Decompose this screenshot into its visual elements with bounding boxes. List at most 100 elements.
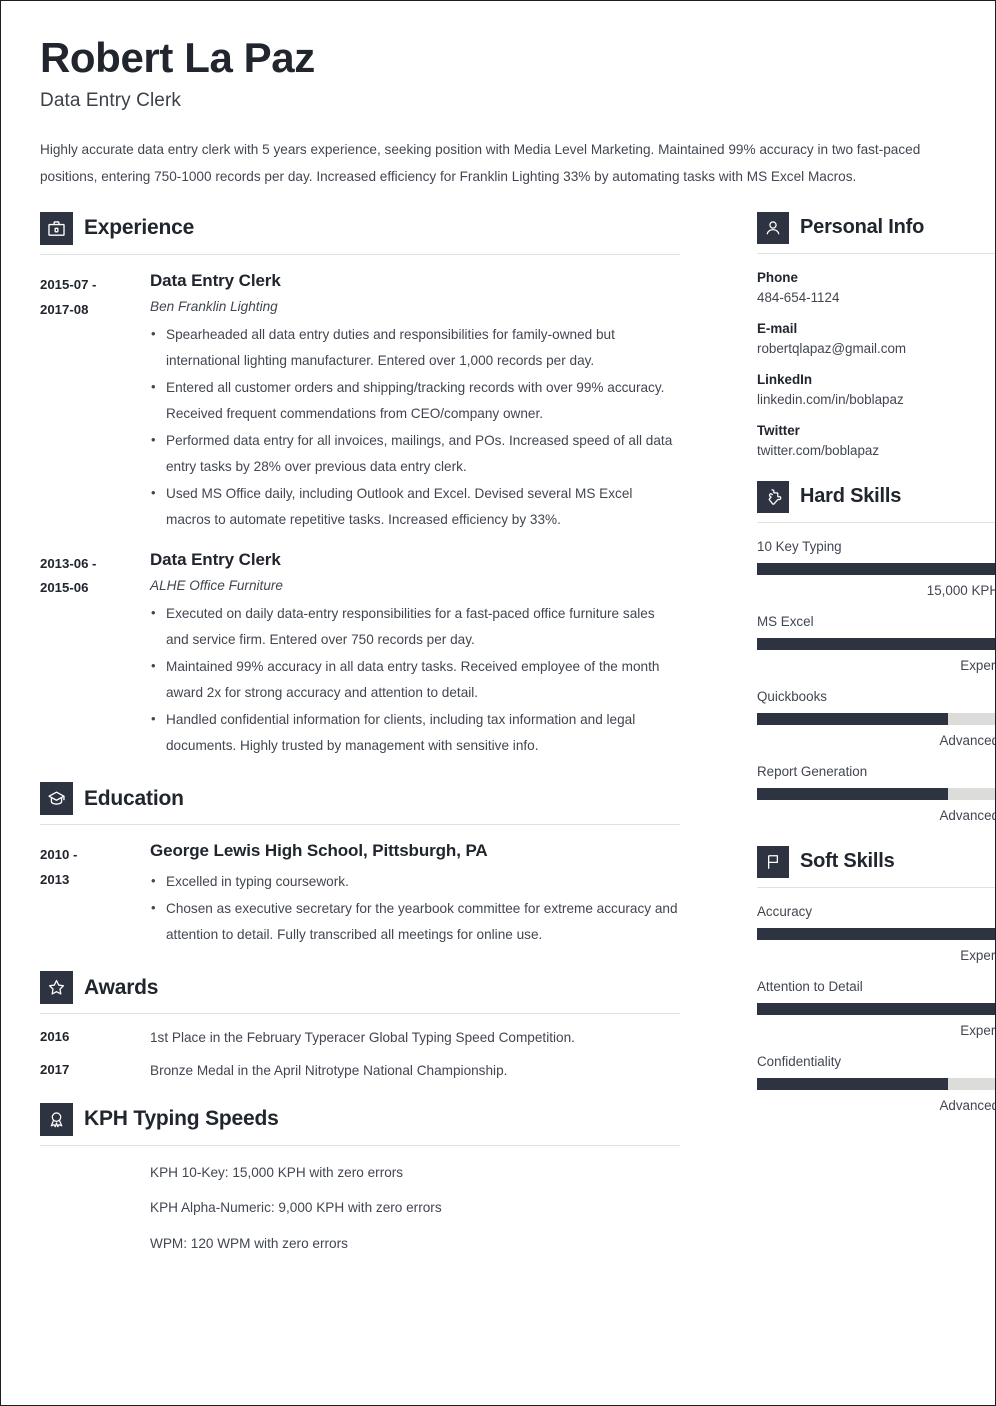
- section-header-kph: KPH Typing Speeds: [40, 1102, 680, 1136]
- info-value: 484-654-1124: [757, 289, 840, 305]
- resume-header: Robert La Paz Data Entry Clerk Highly ac…: [40, 35, 957, 190]
- section-header-education: Education: [40, 782, 680, 816]
- skill-bar-track: [757, 562, 995, 575]
- experience-role: Data Entry Clerk: [150, 270, 281, 290]
- info-field-email: E-mail robertqlapaz@gmail.com: [757, 321, 995, 356]
- skill-bar-track: [757, 1002, 995, 1015]
- section-title-soft-skills: Soft Skills: [800, 850, 895, 873]
- bullet-item: Executed on daily data-entry responsibil…: [150, 601, 680, 653]
- section-header-personal-info: Personal Info: [757, 211, 995, 244]
- date-end: 2013: [40, 871, 70, 887]
- left-column: Experience 2015-07 - 2017-08 Data Entry …: [40, 211, 680, 1253]
- skill-name: 10 Key Typing: [757, 538, 842, 554]
- skill-level: Expert: [960, 1022, 996, 1038]
- education-entry-dates: 2010 - 2013: [40, 841, 150, 948]
- skill-item: Accuracy Expert: [757, 903, 996, 963]
- kph-item: KPH 10-Key: 15,000 KPH with zero errors: [40, 1164, 680, 1182]
- bullet-item: Handled confidential information for cli…: [150, 707, 680, 759]
- education-entry: 2010 - 2013 George Lewis High School, Pi…: [40, 841, 680, 948]
- skill-level: Expert: [960, 657, 996, 673]
- right-column: Personal Info Phone 484-654-1124 E-mail …: [757, 211, 996, 1113]
- experience-bullets: Spearheaded all data entry duties and re…: [150, 322, 680, 534]
- info-field-linkedin: LinkedIn linkedin.com/in/boblapaz: [757, 372, 995, 407]
- skill-name: Attention to Detail: [757, 978, 863, 994]
- section-divider: [757, 521, 995, 523]
- experience-entry: 2015-07 - 2017-08 Data Entry Clerk Ben F…: [40, 271, 680, 534]
- kph-text: WPM: 120 WPM with zero errors: [150, 1236, 348, 1252]
- experience-entry-dates: 2013-06 - 2015-06: [40, 550, 150, 760]
- education-school: George Lewis High School, Pittsburgh, PA: [150, 841, 488, 861]
- section-divider: [757, 886, 995, 888]
- skill-level: Expert: [960, 947, 996, 963]
- education-entry-content: George Lewis High School, Pittsburgh, PA…: [150, 841, 680, 948]
- flag-icon: [757, 845, 789, 878]
- kph-item: WPM: 120 WPM with zero errors: [40, 1235, 680, 1253]
- experience-entry: 2013-06 - 2015-06 Data Entry Clerk ALHE …: [40, 550, 680, 760]
- skill-item: Quickbooks Advanced: [757, 689, 995, 748]
- date-start: 2013-06 -: [40, 555, 97, 571]
- info-label: Phone: [757, 269, 798, 285]
- info-value: linkedin.com/in/boblapaz: [757, 391, 904, 407]
- skill-name: Confidentiality: [757, 1053, 842, 1069]
- section-divider: [757, 252, 995, 254]
- bullet-item: Excelled in typing coursework.: [150, 869, 680, 895]
- section-personal-info: Personal Info Phone 484-654-1124 E-mail …: [757, 211, 995, 458]
- section-header-hard-skills: Hard Skills: [757, 480, 995, 513]
- section-header-soft-skills: Soft Skills: [757, 845, 995, 878]
- award-item: 2016 1st Place in the February Typeracer…: [40, 1029, 680, 1047]
- section-title-hard-skills: Hard Skills: [800, 485, 902, 508]
- info-value: robertqlapaz@gmail.com: [757, 340, 907, 356]
- section-title-awards: Awards: [84, 975, 159, 999]
- info-field-twitter: Twitter twitter.com/boblapaz: [757, 423, 995, 458]
- skill-bar-fill: [757, 927, 995, 940]
- section-hard-skills: Hard Skills 10 Key Typing 15,000 KPH MS …: [757, 480, 996, 823]
- star-icon: [40, 971, 73, 1005]
- skill-bar-track: [757, 1077, 995, 1090]
- resume-summary: Highly accurate data entry clerk with 5 …: [40, 142, 921, 184]
- skill-bar-track: [757, 637, 995, 650]
- section-header-experience: Experience: [40, 211, 680, 245]
- bullet-item: Maintained 99% accuracy in all data entr…: [150, 654, 680, 706]
- section-title-experience: Experience: [84, 216, 195, 240]
- kph-text: KPH 10-Key: 15,000 KPH with zero errors: [150, 1164, 404, 1180]
- award-item: 2017 Bronze Medal in the April Nitrotype…: [40, 1062, 680, 1080]
- section-soft-skills: Soft Skills Accuracy Expert Attention to…: [757, 845, 996, 1113]
- kph-spacer: [40, 1235, 150, 1253]
- kph-spacer: [40, 1164, 150, 1182]
- experience-role: Data Entry Clerk: [150, 549, 281, 569]
- skill-bar-fill: [757, 787, 949, 800]
- bullet-item: Spearheaded all data entry duties and re…: [150, 322, 680, 374]
- skill-bar-track: [757, 712, 995, 725]
- skill-name: Report Generation: [757, 763, 868, 779]
- section-education: Education 2010 - 2013 George Lewis High …: [40, 782, 680, 948]
- skill-bar-track: [757, 787, 995, 800]
- skill-level: Advanced: [939, 1097, 996, 1113]
- skill-name: Accuracy: [757, 903, 813, 919]
- section-title-personal-info: Personal Info: [800, 216, 925, 239]
- section-title-kph: KPH Typing Speeds: [84, 1107, 279, 1131]
- date-start: 2010 -: [40, 847, 78, 863]
- graduation-cap-icon: [40, 782, 73, 816]
- bullet-item: Used MS Office daily, including Outlook …: [150, 481, 680, 533]
- award-description: 1st Place in the February Typeracer Glob…: [150, 1030, 575, 1046]
- kph-spacer: [40, 1199, 150, 1217]
- date-end: 2017-08: [40, 301, 89, 317]
- experience-organization: Ben Franklin Lighting: [150, 298, 278, 314]
- skill-name: MS Excel: [757, 613, 814, 629]
- person-icon: [757, 211, 789, 244]
- candidate-name: Robert La Paz: [40, 34, 315, 81]
- section-divider: [40, 253, 680, 255]
- award-year: 2017: [40, 1062, 70, 1078]
- award-ribbon-icon: [40, 1102, 73, 1136]
- bullet-item: Chosen as executive secretary for the ye…: [150, 896, 680, 948]
- section-divider: [40, 1144, 680, 1146]
- skill-level: 15,000 KPH: [926, 582, 996, 598]
- skill-bar-fill: [757, 1002, 995, 1015]
- skill-bar-track: [757, 927, 995, 940]
- skill-level: Advanced: [939, 807, 996, 823]
- award-description: Bronze Medal in the April Nitrotype Nati…: [150, 1063, 508, 1079]
- experience-entry-content: Data Entry Clerk Ben Franklin Lighting S…: [150, 271, 680, 534]
- skill-item: Report Generation Advanced: [757, 763, 996, 823]
- section-divider: [40, 824, 680, 826]
- kph-text: KPH Alpha-Numeric: 9,000 KPH with zero e…: [150, 1200, 442, 1216]
